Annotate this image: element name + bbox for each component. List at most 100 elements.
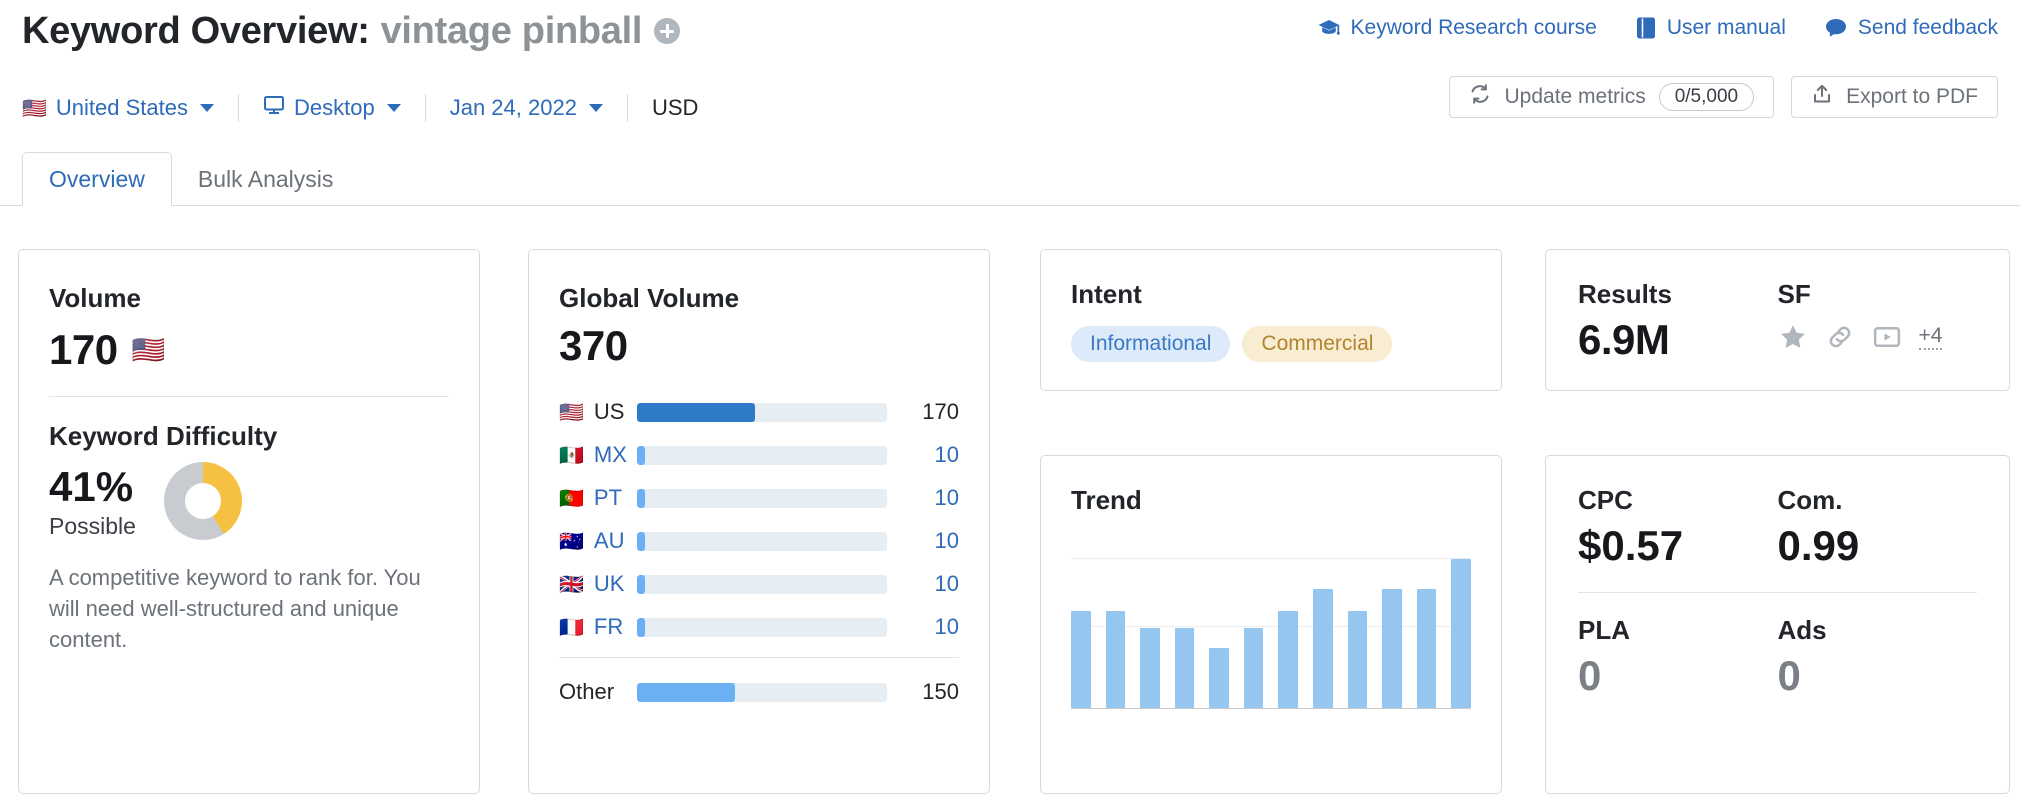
trend-bar: [1451, 559, 1471, 708]
country-flag-icon: 🇲🇽: [559, 443, 584, 467]
intent-title: Intent: [1071, 279, 1142, 309]
trend-bar: [1416, 588, 1437, 708]
com-value: 0.99: [1777, 522, 1860, 569]
cpc-value: $0.57: [1578, 522, 1684, 569]
refresh-icon: [1469, 83, 1491, 111]
com-label: Com.: [1777, 485, 1843, 515]
trend-card: Trend: [1040, 455, 1502, 794]
results-label: Results: [1578, 279, 1672, 309]
country-code-label: AU: [593, 528, 625, 553]
country-cell: 🇺🇸 US: [559, 399, 637, 425]
sf-more-count[interactable]: +4: [1918, 324, 1943, 350]
global-volume-row: 🇬🇧 UK 10: [559, 568, 959, 600]
volume-title: Volume: [49, 283, 141, 313]
global-volume-value: 370: [559, 322, 628, 369]
global-volume-row: 🇲🇽 MX 10: [559, 439, 959, 471]
global-volume-other-value: 150: [922, 679, 959, 704]
tab-bulk-analysis[interactable]: Bulk Analysis: [172, 152, 360, 206]
country-volume-value: 10: [934, 528, 959, 553]
intent-tags: Informational Commercial: [1071, 326, 1471, 362]
com-column: Com. 0.99: [1778, 485, 1978, 570]
global-volume-other-bar: [637, 682, 887, 702]
country-volume-bar: [637, 531, 887, 551]
trend-bar: [1071, 610, 1091, 708]
trend-bar: [1174, 628, 1195, 708]
country-volume-value: 10: [934, 442, 959, 467]
country-selector-label: United States: [55, 95, 188, 120]
trend-bars: [1071, 546, 1471, 708]
tabs-strip: Overview Bulk Analysis: [0, 152, 2020, 206]
keyword-difficulty-description: A competitive keyword to rank for. You w…: [49, 565, 421, 653]
country-volume-bar: [637, 402, 887, 422]
trend-bar: [1278, 610, 1299, 708]
video-icon[interactable]: [1872, 322, 1902, 352]
country-flag-icon: 🇫🇷: [559, 615, 584, 639]
cpc-card: CPC $0.57 Com. 0.99 PLA 0 Ads 0: [1545, 455, 2010, 794]
chevron-down-icon: [386, 104, 401, 112]
global-volume-row: 🇵🇹 PT 10: [559, 482, 959, 514]
link-icon[interactable]: [1825, 322, 1855, 352]
sf-label: SF: [1777, 279, 1811, 309]
book-icon: [1635, 16, 1657, 40]
divider: [626, 94, 628, 122]
tabs: Overview Bulk Analysis: [22, 152, 359, 206]
page-title: Keyword Overview: vintage pinball: [22, 9, 681, 53]
country-volume-bar: [637, 574, 887, 594]
keyword-difficulty-status: Possible: [49, 512, 136, 539]
results-sf-card: Results 6.9M SF +4: [1545, 249, 2010, 391]
ads-value: 0: [1777, 652, 1801, 699]
country-selector[interactable]: 🇺🇸 United States: [22, 95, 214, 121]
trend-bar: [1243, 628, 1264, 708]
country-cell[interactable]: 🇫🇷 FR: [559, 614, 637, 640]
graduation-cap-icon: [1317, 16, 1341, 40]
intent-tag-commercial[interactable]: Commercial: [1242, 326, 1393, 362]
global-volume-row: 🇫🇷 FR 10: [559, 611, 959, 643]
pla-label: PLA: [1578, 615, 1630, 645]
user-manual-link[interactable]: User manual: [1635, 16, 1786, 40]
upload-icon: [1811, 83, 1833, 111]
country-cell[interactable]: 🇵🇹 PT: [559, 485, 637, 511]
trend-bar: [1209, 647, 1229, 708]
country-volume-value: 170: [922, 399, 959, 424]
divider: [1578, 592, 1977, 593]
country-volume-value: 10: [934, 571, 959, 596]
send-feedback-link[interactable]: Send feedback: [1824, 16, 1998, 40]
update-metrics-button[interactable]: Update metrics 0/5,000: [1449, 76, 1775, 118]
sf-column: SF +4: [1778, 279, 1978, 364]
ads-column: Ads 0: [1778, 615, 1978, 700]
update-metrics-label: Update metrics: [1504, 85, 1646, 108]
global-volume-other-row: Other 150: [559, 676, 959, 708]
plus-circle-icon[interactable]: [654, 18, 681, 44]
intent-tag-informational[interactable]: Informational: [1071, 326, 1231, 362]
trend-bar: [1140, 628, 1160, 708]
export-to-pdf-button[interactable]: Export to PDF: [1791, 76, 1998, 118]
trend-bar: [1105, 610, 1126, 708]
divider: [559, 657, 959, 658]
country-cell[interactable]: 🇬🇧 UK: [559, 571, 637, 597]
country-code-label: FR: [593, 614, 624, 639]
country-volume-bar: [637, 617, 887, 637]
tab-overview[interactable]: Overview: [22, 152, 172, 206]
global-volume-card: Global Volume 370 🇺🇸 US 170 🇲🇽 MX 10 🇵🇹 PT 10 🇦🇺 A…: [528, 249, 990, 794]
monitor-icon: [263, 94, 285, 122]
country-cell[interactable]: 🇲🇽 MX: [559, 442, 637, 468]
ads-label: Ads: [1777, 615, 1827, 645]
page-title-keyword: vintage pinball: [380, 9, 643, 52]
country-flag-icon: 🇺🇸: [559, 400, 584, 424]
chevron-down-icon: [199, 104, 214, 112]
country-flag-icon: 🇵🇹: [559, 486, 584, 510]
device-selector[interactable]: Desktop: [263, 94, 401, 122]
keyword-research-course-link[interactable]: Keyword Research course: [1317, 16, 1597, 40]
country-code-label: MX: [593, 442, 627, 467]
country-flag-icon: 🇬🇧: [559, 572, 584, 596]
divider: [49, 396, 449, 397]
us-flag-icon: 🇺🇸: [22, 96, 47, 120]
country-cell[interactable]: 🇦🇺 AU: [559, 528, 637, 554]
date-selector[interactable]: Jan 24, 2022: [450, 95, 603, 121]
global-volume-row: 🇦🇺 AU 10: [559, 525, 959, 557]
country-flag-icon: 🇦🇺: [559, 529, 584, 553]
keyword-difficulty-donut-chart: [163, 462, 242, 540]
tab-bulk-analysis-label: Bulk Analysis: [197, 165, 334, 192]
global-volume-country-list: 🇺🇸 US 170 🇲🇽 MX 10 🇵🇹 PT 10 🇦🇺 AU 10 🇬🇧 UK 10 🇫🇷 FR 10: [559, 396, 959, 643]
star-icon[interactable]: [1778, 322, 1808, 352]
